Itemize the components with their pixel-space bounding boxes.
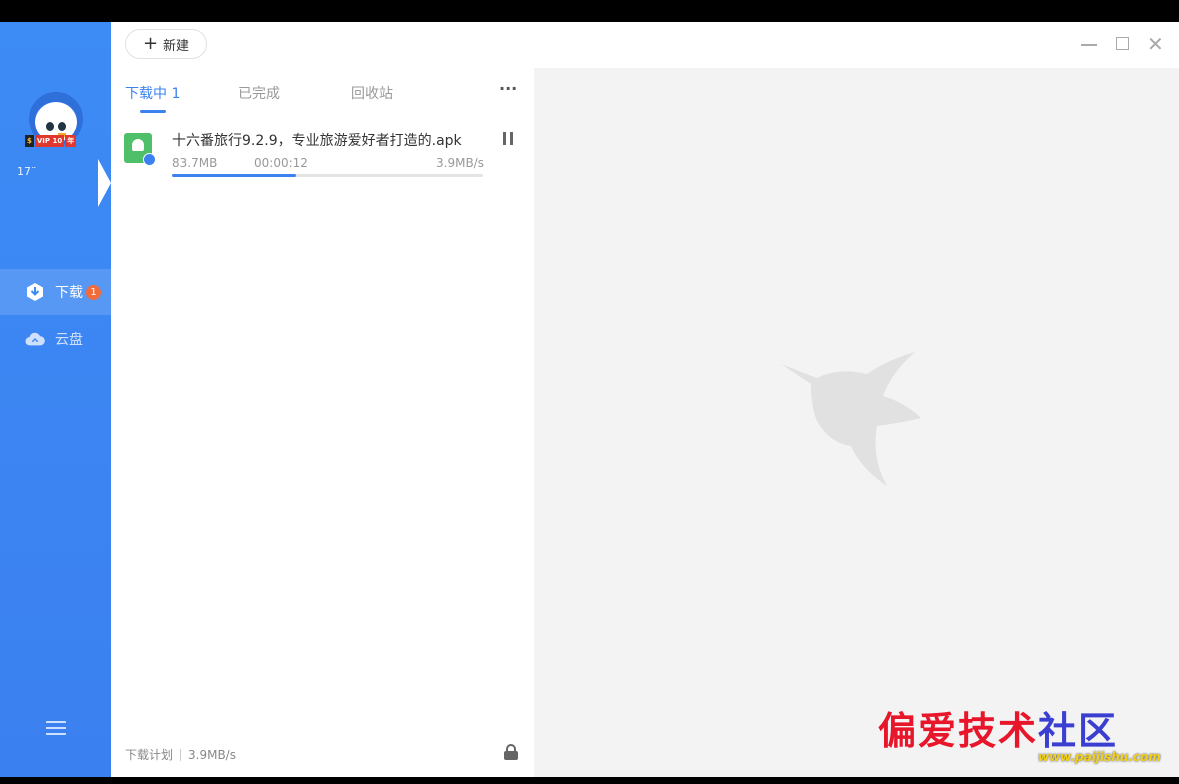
maximize-icon[interactable] — [1116, 37, 1129, 50]
vip-s-icon: $ — [25, 135, 34, 147]
sidebar-collapse-arrow-icon[interactable] — [98, 159, 111, 207]
download-status-icon — [143, 153, 156, 166]
minimize-icon[interactable] — [1081, 36, 1097, 52]
download-plan-link[interactable]: 下载计划 — [125, 746, 173, 763]
username: 17¨ — [17, 165, 37, 178]
progress-fill — [172, 174, 297, 177]
vip-badge[interactable]: $ VIP 10 年 — [25, 135, 77, 147]
sidebar: $ VIP 10 年 17¨ 下载 1 云盘 — [0, 22, 111, 777]
download-speed: 3.9MB/s — [436, 156, 484, 170]
more-options-icon[interactable]: ··· — [499, 79, 517, 98]
cloud-icon — [25, 329, 45, 349]
total-speed: 3.9MB/s — [188, 747, 236, 762]
sidebar-item-cloud[interactable]: 云盘 — [0, 316, 111, 362]
download-count-badge: 1 — [86, 285, 101, 300]
close-icon[interactable]: ✕ — [1147, 34, 1164, 54]
pause-icon[interactable] — [503, 132, 513, 145]
tab-completed[interactable]: 已完成 — [238, 83, 280, 103]
sidebar-item-download[interactable]: 下载 1 — [0, 269, 111, 315]
tab-recycle-bin[interactable]: 回收站 — [351, 83, 393, 103]
plus-icon: + — [142, 33, 159, 54]
apk-file-icon — [124, 133, 156, 166]
watermark: 偏爱技术社区 www.paijishu.com — [878, 700, 1178, 780]
file-name: 十六番旅行9.2.9，专业旅游爱好者打造的.apk — [172, 133, 462, 149]
new-task-label: 新建 — [163, 38, 190, 54]
tab-downloading[interactable]: 下载中 1 — [125, 83, 180, 103]
vip-tag: 年 — [65, 135, 77, 147]
watermark-text: 偏爱技术社区 — [878, 700, 1118, 755]
watermark-text-blue: 社区 — [1038, 708, 1119, 753]
new-task-button[interactable]: + 新建 — [125, 29, 207, 59]
app-window: $ VIP 10 年 17¨ 下载 1 云盘 + 新建 下载中 1 已完成 回收… — [0, 22, 1179, 777]
elapsed-time: 00:00:12 — [254, 156, 308, 170]
vip-level: VIP 10 — [34, 135, 65, 147]
menu-icon[interactable] — [46, 721, 66, 737]
watermark-url: www.paijishu.com — [1038, 750, 1161, 764]
sidebar-item-label: 下载 — [55, 285, 83, 301]
footer-divider — [180, 748, 182, 761]
lock-icon[interactable] — [504, 744, 518, 760]
android-icon — [132, 139, 144, 151]
active-tab-indicator — [140, 110, 166, 113]
title-bar: ✕ — [534, 22, 1179, 68]
sidebar-item-label: 云盘 — [55, 332, 83, 348]
watermark-text-red: 偏爱技术 — [878, 708, 1039, 753]
progress-bar — [172, 174, 483, 177]
download-icon — [25, 282, 45, 302]
hummingbird-logo-icon — [781, 352, 921, 486]
tab-bar: 下载中 1 已完成 回收站 ··· — [111, 68, 534, 114]
download-item[interactable]: 十六番旅行9.2.9，专业旅游爱好者打造的.apk 83.7MB 00:00:1… — [111, 122, 534, 186]
avatar-eye-right — [58, 122, 66, 131]
file-size: 83.7MB — [172, 156, 218, 170]
footer: 下载计划 3.9MB/s — [125, 746, 236, 763]
download-list-pane: + 新建 下载中 1 已完成 回收站 ··· 十六番旅行9.2.9，专业旅游爱好… — [111, 22, 534, 777]
detail-pane — [534, 68, 1179, 777]
avatar-eye-left — [46, 122, 54, 131]
screen-top-border — [0, 0, 1179, 22]
